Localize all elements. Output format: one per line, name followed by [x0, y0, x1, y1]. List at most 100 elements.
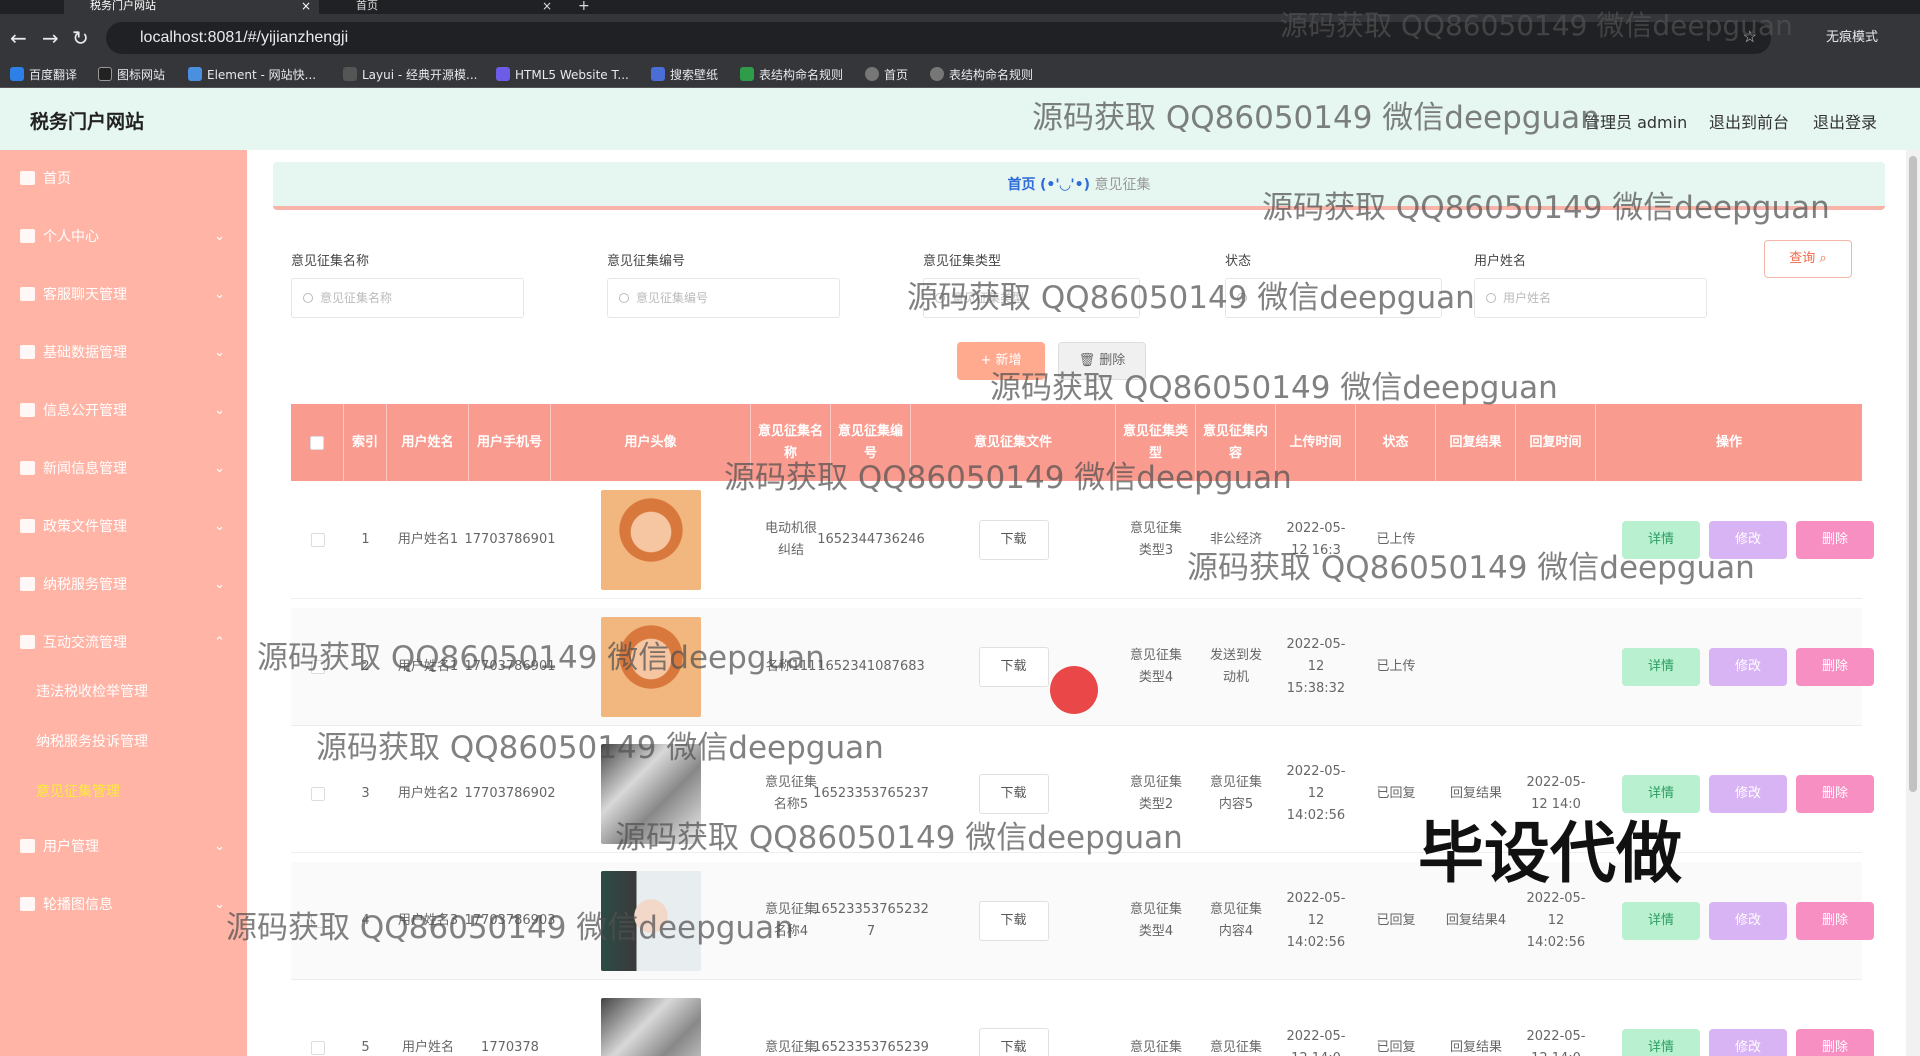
cell-avatar: [551, 862, 751, 980]
chart-icon: [20, 461, 35, 475]
filter-username-input[interactable]: 用户姓名: [1474, 278, 1707, 318]
back-to-front-link[interactable]: 退出到前台: [1709, 109, 1789, 133]
remove-button[interactable]: 删除: [1796, 902, 1874, 940]
edit-button[interactable]: 修改: [1709, 902, 1787, 940]
filter-name-input[interactable]: 意见征集名称: [291, 278, 524, 318]
filter-label-type: 意见征集类型: [923, 254, 1002, 269]
column-header[interactable]: 意见征集类型: [1116, 404, 1196, 481]
bookmark-item[interactable]: Layui - 经典开源模...: [343, 66, 477, 84]
sidebar-item-profile[interactable]: 个人中心 ⌄: [0, 208, 247, 266]
row-checkbox[interactable]: [291, 481, 344, 599]
sidebar-item-public-info[interactable]: 信息公开管理 ⌄: [0, 382, 247, 440]
download-button[interactable]: 下载: [978, 647, 1049, 687]
bookmark-star-icon[interactable]: ☆: [1743, 22, 1757, 54]
row-checkbox[interactable]: [291, 862, 344, 980]
cell-status: 已上传: [1376, 659, 1416, 674]
select-all-checkbox[interactable]: [291, 404, 344, 481]
incognito-indicator[interactable]: 无痕模式: [1826, 26, 1878, 50]
column-header[interactable]: 意见征集文件: [911, 404, 1116, 481]
filter-status-select[interactable]: [1225, 278, 1442, 318]
remove-button[interactable]: 删除: [1796, 1029, 1874, 1056]
tab-title: 首页: [356, 0, 378, 12]
sidebar-item-tax-service[interactable]: 纳税服务管理 ⌄: [0, 556, 247, 614]
breadcrumb-home[interactable]: 首页: [1008, 177, 1036, 193]
download-button[interactable]: 下载: [978, 774, 1049, 814]
scrollbar[interactable]: [1906, 150, 1920, 1056]
cell-avatar: [551, 481, 751, 599]
close-tab-icon[interactable]: ×: [542, 0, 552, 12]
column-header[interactable]: 用户姓名: [387, 404, 469, 481]
sidebar-item-basic-data[interactable]: 基础数据管理 ⌄: [0, 324, 247, 382]
sidebar-item-interaction[interactable]: 互动交流管理 ⌃: [0, 614, 247, 672]
row-checkbox[interactable]: [291, 989, 344, 1056]
back-arrow-icon[interactable]: ←: [10, 26, 27, 50]
sidebar-item-carousel[interactable]: 轮播图信息 ⌄: [0, 876, 247, 934]
bookmark-item[interactable]: 图标网站: [98, 66, 165, 84]
column-header[interactable]: 索引: [344, 404, 387, 481]
bookmark-item[interactable]: HTML5 Website T...: [496, 66, 629, 84]
close-tab-icon[interactable]: ×: [301, 0, 311, 12]
column-header[interactable]: 用户手机号: [469, 404, 551, 481]
remove-button[interactable]: 删除: [1796, 521, 1874, 559]
brand-title: 税务门户网站: [30, 111, 145, 133]
row-checkbox[interactable]: [291, 735, 344, 853]
remove-button[interactable]: 删除: [1796, 775, 1874, 813]
reload-icon[interactable]: ↻: [72, 26, 89, 50]
new-tab-button[interactable]: +: [572, 0, 602, 14]
bookmark-item[interactable]: 表结构命名规则: [740, 66, 843, 84]
cell-content: 非公经济: [1209, 532, 1262, 547]
sidebar-item-policy[interactable]: 政策文件管理 ⌄: [0, 498, 247, 556]
edit-button[interactable]: 修改: [1709, 775, 1787, 813]
filter-type-select[interactable]: 意见征集类型: [923, 278, 1140, 318]
bookmark-item[interactable]: 首页: [865, 66, 908, 84]
edit-button[interactable]: 修改: [1709, 1029, 1787, 1056]
download-button[interactable]: 下载: [978, 901, 1049, 941]
column-header[interactable]: 意见征集内容: [1196, 404, 1276, 481]
admin-label: 管理员 admin: [1584, 113, 1688, 132]
edit-button[interactable]: 修改: [1709, 521, 1787, 559]
url-bar[interactable]: localhost:8081/#/yijianzhengji ☆: [106, 22, 1771, 54]
sidebar-subitem-violation-report[interactable]: 违法税收检举管理: [36, 682, 148, 702]
chevron-down-icon: ⌄: [214, 577, 225, 592]
sidebar-subitem-opinion[interactable]: 意见征集管理: [36, 782, 120, 802]
column-header[interactable]: 上传时间: [1276, 404, 1356, 481]
bookmark-item[interactable]: 搜索壁纸: [651, 66, 718, 84]
bookmark-item[interactable]: 百度翻译: [10, 66, 77, 84]
tab-admin[interactable]: 税务门户网站 ×: [64, 0, 319, 14]
delete-button[interactable]: 🗑 删除: [1058, 342, 1146, 380]
forward-arrow-icon[interactable]: →: [42, 26, 59, 50]
sidebar-item-users[interactable]: 用户管理 ⌄: [0, 818, 247, 876]
cell-file: 下载: [911, 862, 1116, 980]
column-header[interactable]: 回复结果: [1436, 404, 1516, 481]
scrollbar-thumb[interactable]: [1909, 156, 1917, 792]
logout-link[interactable]: 退出登录: [1813, 109, 1877, 133]
sidebar-subitem-complaint[interactable]: 纳税服务投诉管理: [36, 732, 148, 752]
table-row[interactable]: 1 用户姓名1 17703786901 电动机很纠结 1652344736246 意见征集…: [291, 481, 1874, 599]
column-header[interactable]: 状态: [1356, 404, 1436, 481]
detail-button[interactable]: 详情: [1622, 521, 1700, 559]
detail-button[interactable]: 详情: [1622, 648, 1700, 686]
column-header[interactable]: 意见征集名称: [751, 404, 831, 481]
filter-code-input[interactable]: 意见征集编号: [607, 278, 840, 318]
sidebar-item-home[interactable]: 首页: [0, 150, 247, 208]
download-button[interactable]: 下载: [978, 520, 1049, 560]
detail-button[interactable]: 详情: [1622, 1029, 1700, 1056]
table-row[interactable]: 5 用户姓名 1770378 意见征集 16523353765239 意见征集 意见征集 20…: [291, 989, 1874, 1056]
cell-index: 4: [361, 913, 370, 928]
column-header[interactable]: 回复时间: [1516, 404, 1596, 481]
add-button[interactable]: + 新增: [957, 342, 1045, 380]
tab-home[interactable]: 首页 ×: [330, 0, 560, 14]
detail-button[interactable]: 详情: [1622, 902, 1700, 940]
column-header[interactable]: 用户头像: [551, 404, 751, 481]
edit-button[interactable]: 修改: [1709, 648, 1787, 686]
bookmark-item[interactable]: 表结构命名规则: [930, 66, 1033, 84]
sidebar-item-news[interactable]: 新闻信息管理 ⌄: [0, 440, 247, 498]
remove-button[interactable]: 删除: [1796, 648, 1874, 686]
cell-code: 16523353765232 7: [813, 902, 929, 939]
sidebar-item-chat[interactable]: 客服聊天管理 ⌄: [0, 266, 247, 324]
query-button[interactable]: 查询 ⌕: [1764, 240, 1852, 278]
column-header[interactable]: 意见征集编号: [831, 404, 911, 481]
row-checkbox[interactable]: [291, 608, 344, 726]
download-button[interactable]: 下载: [978, 1028, 1049, 1056]
bookmark-item[interactable]: Element - 网站快...: [188, 66, 316, 84]
